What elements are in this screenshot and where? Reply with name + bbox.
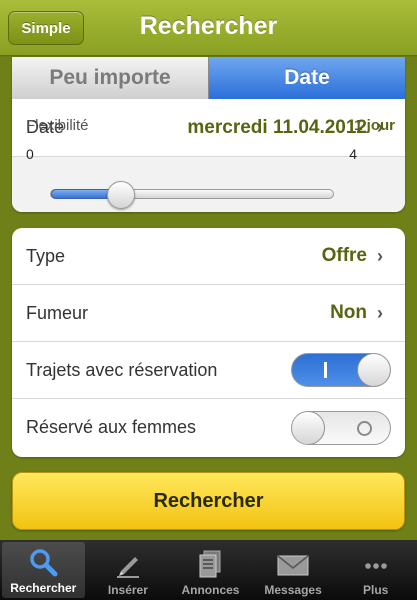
page-title: Rechercher — [139, 12, 278, 40]
type-value: Offre — [321, 245, 367, 266]
toggle-knob — [292, 411, 325, 444]
tab-label: Rechercher — [10, 581, 77, 595]
flexibility-value: 1 jour — [354, 117, 395, 134]
type-label: Type — [26, 245, 66, 266]
search-icon — [30, 549, 58, 577]
slider-max-label: 4 — [349, 146, 357, 162]
smoker-row[interactable]: Fumeur Non › — [12, 285, 405, 342]
reservation-row: Trajets avec réservation — [12, 342, 405, 399]
reservation-toggle[interactable] — [291, 353, 391, 387]
flexibility-slider-thumb[interactable] — [107, 181, 135, 209]
tab-annonces[interactable]: Annonces — [169, 540, 252, 600]
pencil-icon — [116, 557, 139, 578]
tab-label: Annonces — [181, 583, 240, 597]
women-only-label: Réservé aux femmes — [26, 417, 197, 437]
slider-min-label: 0 — [26, 146, 34, 162]
tab-label: Plus — [363, 583, 389, 597]
tab-inserer[interactable]: Insérer — [87, 540, 170, 600]
type-row[interactable]: Type Offre › — [12, 228, 405, 285]
date-mode-segmented-control: Peu importe Date — [12, 57, 405, 99]
toggle-knob — [357, 354, 390, 386]
smoker-value: Non — [330, 302, 367, 323]
search-button[interactable]: Rechercher — [12, 472, 405, 530]
toggle-on-mark — [324, 362, 327, 378]
tab-plus[interactable]: Plus — [334, 540, 417, 600]
more-icon — [364, 563, 387, 569]
nav-bar: Simple Rechercher — [0, 0, 417, 56]
reservation-label: Trajets avec réservation — [26, 359, 218, 380]
flexibility-panel — [12, 157, 405, 212]
smoker-label: Fumeur — [26, 302, 89, 323]
options-card: Type Offre › Fumeur Non › Trajets avec r… — [12, 228, 405, 457]
flexibility-label: Flexibilité — [26, 117, 89, 134]
toggle-off-mark — [357, 420, 372, 436]
segment-peu-importe[interactable]: Peu importe — [12, 57, 209, 99]
tab-messages[interactable]: Messages — [252, 540, 335, 600]
chevron-right-icon: › — [377, 245, 383, 266]
date-value: mercredi 11.04.2012 — [187, 116, 367, 138]
women-only-toggle[interactable] — [291, 410, 391, 445]
tab-label: Insérer — [107, 583, 148, 597]
date-card: Peu importe Date Date mercredi 11.04.201… — [12, 57, 405, 212]
envelope-icon — [277, 555, 309, 576]
tab-rechercher[interactable]: Rechercher — [2, 542, 85, 598]
women-only-row: Réservé aux femmes — [12, 399, 405, 456]
segment-date[interactable]: Date — [209, 57, 405, 99]
tab-label: Messages — [264, 583, 322, 597]
flexibility-slider-track[interactable] — [50, 189, 334, 199]
documents-icon — [199, 550, 221, 578]
tab-bar: Rechercher Insérer Annonces Messages Plu… — [0, 540, 417, 600]
chevron-right-icon: › — [377, 302, 383, 323]
